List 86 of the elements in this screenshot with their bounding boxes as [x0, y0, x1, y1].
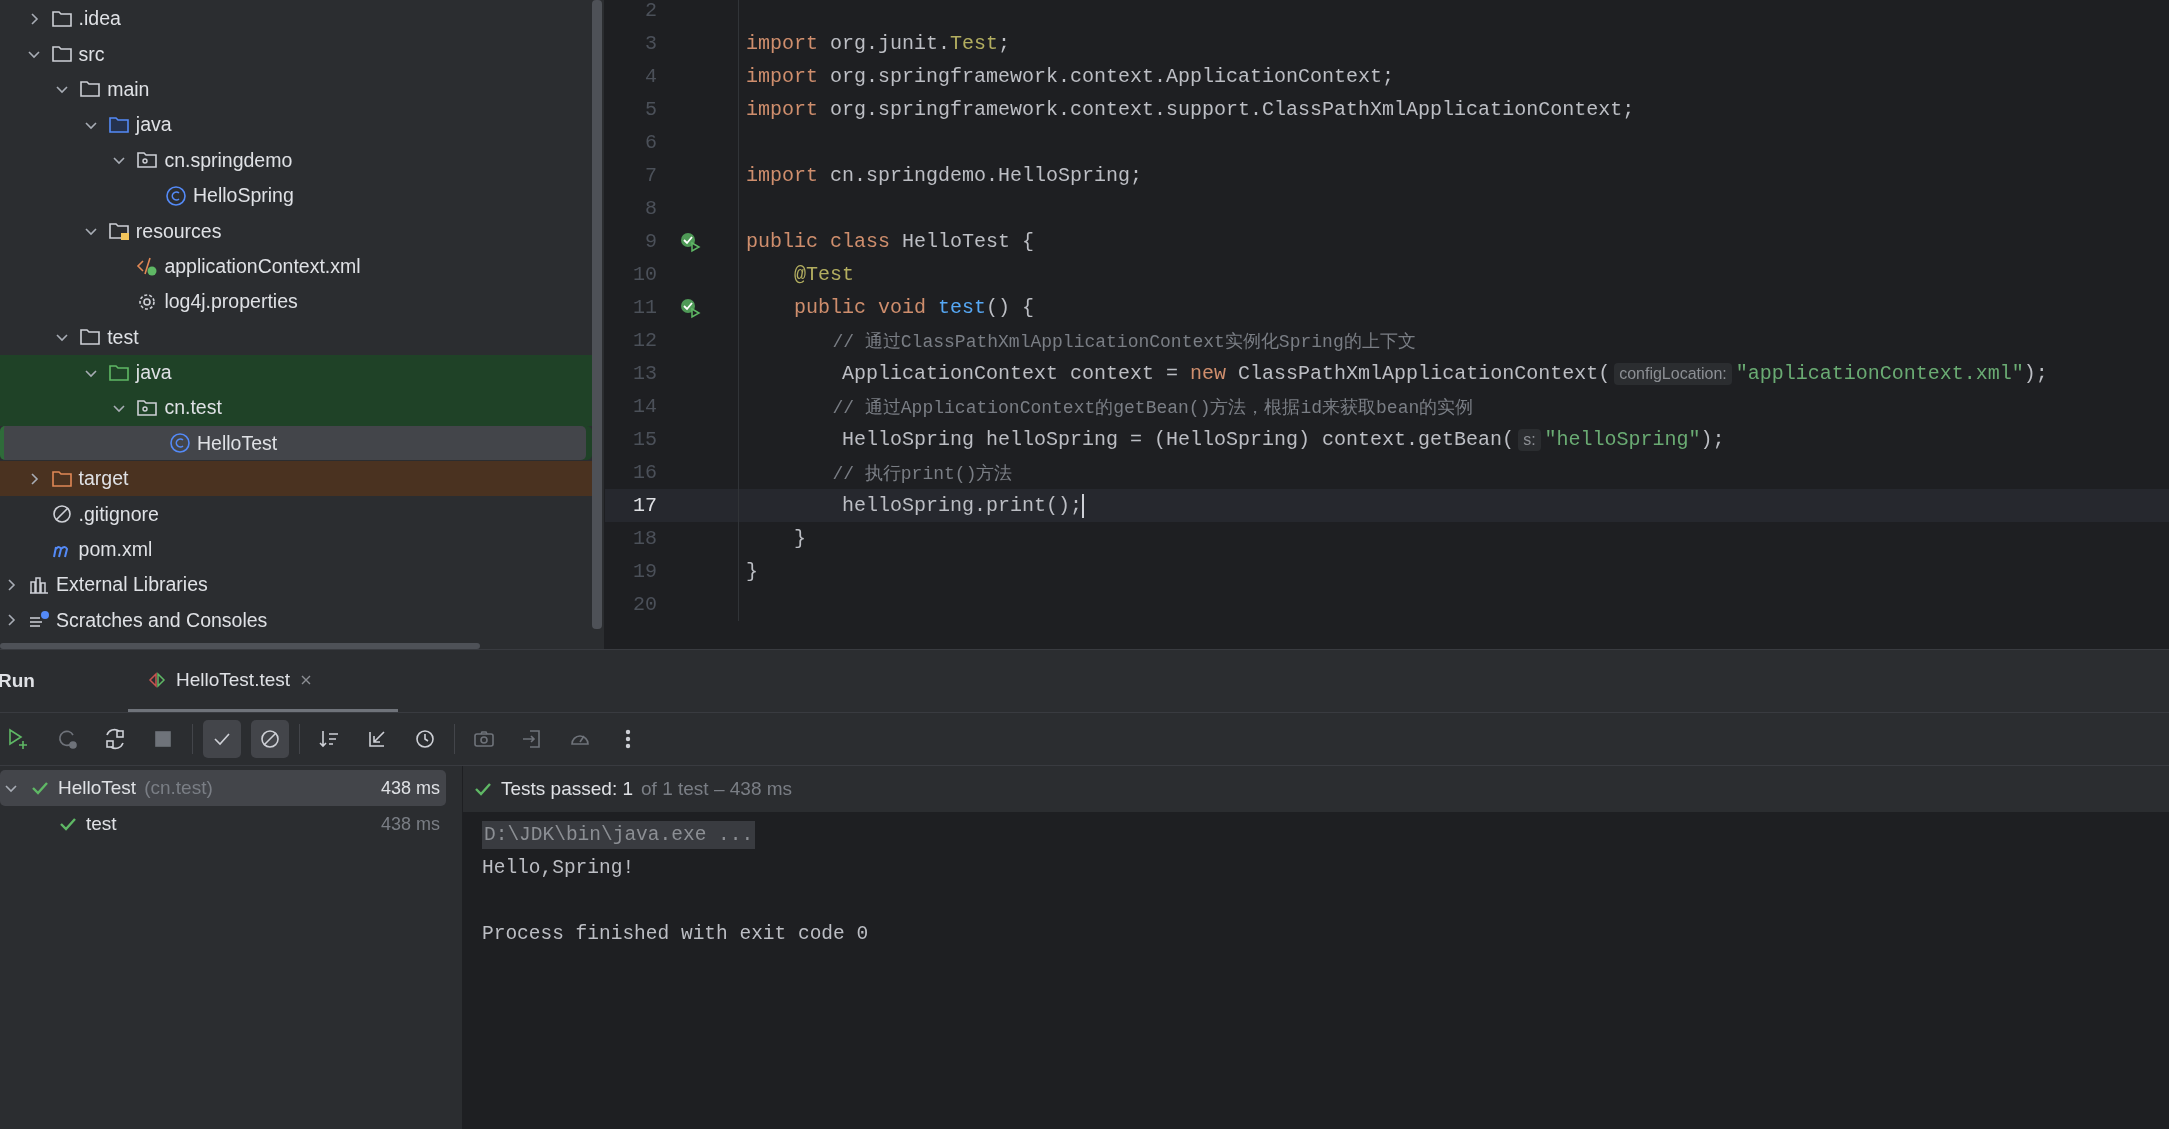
tree-item[interactable]: target	[0, 461, 592, 497]
code-text: import	[746, 164, 819, 187]
ban-icon	[50, 503, 73, 526]
panel-title: Run	[0, 670, 36, 692]
code-text: public void	[793, 296, 928, 319]
folder-icon	[50, 468, 73, 489]
code-text: import	[746, 98, 819, 121]
show-ignored-button[interactable]	[251, 720, 289, 758]
class-icon	[169, 432, 191, 455]
tree-item[interactable]: java	[0, 107, 592, 143]
code-text: // 通过ApplicationContext的getBean()方法，根据id来获取bean的实例	[831, 396, 1474, 419]
parameter-hint: s:	[1518, 428, 1541, 451]
parameter-hint: configLocation:	[1614, 362, 1732, 385]
folder-icon	[79, 79, 102, 100]
test-icon	[148, 670, 166, 689]
code-text: helloSpring.print();	[841, 494, 1083, 517]
run-tab[interactable]: HelloTest.test	[128, 650, 398, 712]
folder-icon	[50, 8, 73, 29]
code-text: // 通过ClassPathXmlApplicationContext实例化Spring的上下文	[831, 330, 1416, 353]
class-icon	[165, 184, 187, 207]
tree-item[interactable]: src	[0, 36, 592, 72]
code-text: () {	[986, 296, 1035, 319]
code-text: "helloSpring"	[1544, 428, 1701, 451]
code-text: }	[746, 560, 758, 583]
scrollbar[interactable]	[592, 0, 602, 629]
code-text: import	[746, 65, 819, 88]
code-text: ClassPathXmlApplicationContext(	[1238, 362, 1611, 385]
code-text: ApplicationContext context =	[841, 362, 1180, 385]
tree-item[interactable]: .gitignore	[0, 496, 592, 532]
code-text: }	[793, 527, 806, 550]
tree-item[interactable]: cn.springdemo	[0, 142, 592, 178]
code-text: );	[1700, 428, 1725, 451]
tree-item[interactable]: applicationContext.xml	[0, 248, 592, 285]
code-text: // 执行print()方法	[831, 462, 1013, 485]
code-text: "applicationContext.xml"	[1735, 362, 2024, 385]
folder-icon	[107, 221, 130, 242]
code-text: ;	[998, 32, 1011, 55]
code-text: public class	[746, 230, 892, 253]
code-text: Test	[950, 32, 999, 55]
code-text: HelloSpring helloSpring = (HelloSpring) context.getBean(	[841, 428, 1515, 451]
tests-passed-text: Tests passed: 1	[501, 778, 634, 800]
code-text: @Test	[793, 263, 855, 286]
test-item[interactable]: test 438 ms	[0, 806, 446, 842]
code-text: HelloTest {	[902, 230, 1035, 253]
tree-item[interactable]: test	[0, 319, 592, 355]
code-text: new	[1190, 362, 1228, 385]
tree-item[interactable]: java	[0, 354, 592, 391]
library-icon	[28, 574, 50, 595]
tree-item[interactable]: pom.xml	[0, 531, 592, 568]
tree-item[interactable]: .idea	[0, 1, 592, 37]
text-caret	[1082, 493, 1085, 518]
run-check-icon[interactable]	[679, 296, 701, 319]
code-text: org.springframework.context.support.ClassPathXmlApplicationContext;	[830, 98, 1635, 121]
code-text: test	[938, 296, 987, 319]
tree-item[interactable]: HelloSpring	[0, 177, 592, 214]
tree-item[interactable]: log4j.properties	[0, 284, 592, 320]
code-text: org.junit.	[830, 32, 951, 55]
tree-item[interactable]: main	[0, 71, 592, 108]
folder-icon	[79, 327, 102, 348]
close-icon[interactable]	[300, 673, 313, 686]
code-text: cn.springdemo.HelloSpring;	[830, 164, 1143, 187]
scrollbar[interactable]	[0, 643, 480, 649]
tree-item[interactable]: cn.test	[0, 390, 592, 426]
line-number: 17	[632, 494, 657, 517]
test-item[interactable]: HelloTest (cn.test) 438 ms	[0, 770, 446, 806]
package-icon	[136, 150, 159, 171]
code-text: org.springframework.context.ApplicationContext;	[830, 65, 1395, 88]
show-passed-button[interactable]	[203, 720, 241, 758]
code-text: );	[2023, 362, 2048, 385]
folder-icon	[50, 44, 73, 65]
tree-item[interactable]: External Libraries	[0, 567, 592, 603]
cycle-icon	[103, 727, 127, 751]
package-icon	[136, 398, 159, 418]
console-text: Hello,Spring!	[482, 856, 635, 879]
tree-item[interactable]: resources	[0, 213, 592, 249]
code-file-icon	[136, 255, 159, 278]
folder-icon	[107, 362, 130, 383]
console-text: Process finished with exit code 0	[482, 922, 869, 945]
code-text: import	[746, 32, 819, 55]
folder-icon	[107, 114, 130, 135]
more-icon	[624, 727, 632, 751]
run-check-icon[interactable]	[679, 230, 701, 253]
tree-item[interactable]: Scratches and Consoles	[0, 602, 592, 639]
tests-detail-text: of 1 test – 438 ms	[641, 778, 793, 800]
ban-icon	[258, 727, 282, 751]
clock-icon	[413, 727, 437, 751]
